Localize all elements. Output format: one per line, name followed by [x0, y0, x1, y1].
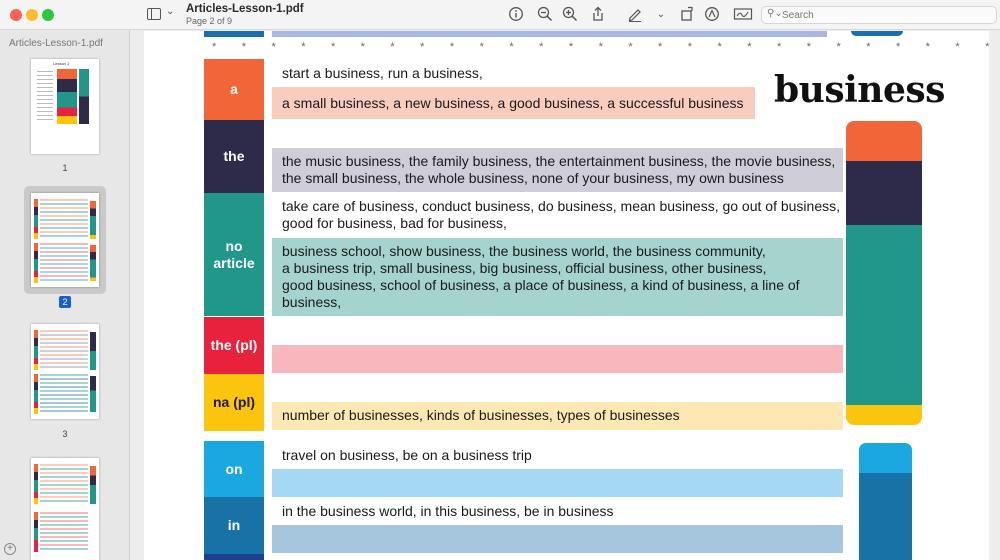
- label-text: no: [225, 237, 243, 254]
- row-a-text2: a small business, a new business, a good…: [282, 95, 744, 111]
- close-window-button[interactable]: [10, 9, 22, 21]
- rotate-icon[interactable]: [678, 6, 696, 24]
- add-page-icon[interactable]: +: [4, 543, 16, 555]
- page-thumbnail-3[interactable]: [31, 324, 99, 419]
- label-text: article: [213, 254, 255, 271]
- row-on-text1: travel on business, be on a business tri…: [282, 447, 532, 463]
- page-thumbnail-4[interactable]: [31, 458, 99, 560]
- sidebar-file-name: Articles-Lesson-1.pdf: [9, 38, 103, 49]
- label-text: in: [227, 517, 241, 533]
- thumbnail-graphic: [90, 245, 96, 281]
- thumbnail-graphic: [34, 374, 38, 414]
- article-label-na-pl: na (pl): [204, 374, 264, 431]
- thumbnail-graphic: [90, 201, 96, 239]
- row-no-article-text1: take care of business, conduct business,…: [282, 198, 840, 214]
- thumbnail-text: [40, 199, 88, 239]
- label-text: the: [223, 148, 245, 164]
- search-field[interactable]: ⚲⌄: [761, 6, 997, 24]
- thumbnail-text: [37, 71, 53, 121]
- thumbnail-text: [40, 374, 88, 414]
- headword: business: [774, 69, 945, 111]
- thumbnail-graphic: [90, 332, 96, 370]
- sidebar-toggle-button[interactable]: ⌄: [147, 6, 177, 23]
- thumbnail-sidebar: Articles-Lesson-1.pdf Lesson 1 1 2 3 +: [0, 30, 130, 560]
- zoom-in-icon[interactable]: [561, 6, 579, 24]
- row-no-article-text6: business,: [282, 294, 342, 310]
- zoom-out-icon[interactable]: [536, 6, 554, 24]
- search-input[interactable]: [782, 8, 982, 22]
- thumbnail-title: Lesson 1: [53, 61, 70, 66]
- frequency-bar-a: [846, 121, 922, 161]
- share-icon[interactable]: [589, 6, 607, 24]
- row-a-text1: start a business, run a business,: [282, 65, 483, 81]
- frequency-bar-in: [859, 473, 912, 560]
- page-number-1: 1: [62, 163, 68, 173]
- frequency-bar-the: [846, 161, 922, 225]
- thumbnail-graphic: [90, 376, 96, 412]
- article-label-the-pl: the (pl): [204, 317, 264, 374]
- pdf-page: * * * * * * * * * * * * * * * * * * * * …: [144, 31, 1000, 560]
- markup-pen-icon[interactable]: [626, 6, 644, 24]
- article-label-on: on: [204, 441, 264, 497]
- label-text: na (pl): [213, 394, 255, 410]
- row-on-highlight: [272, 469, 843, 497]
- chevron-down-icon: ⌄: [166, 6, 175, 17]
- document-title: Articles-Lesson-1.pdf: [186, 3, 304, 15]
- thumbnail-graphic: [79, 69, 89, 124]
- previous-row-remnant: [272, 31, 827, 37]
- row-no-article-text2: good for business, bad for business,: [282, 215, 507, 231]
- thumbnail-graphic: [34, 243, 38, 283]
- page-number-3: 3: [62, 429, 68, 439]
- thumbnail-text: [40, 512, 88, 552]
- article-label-no-article: no article: [204, 193, 264, 316]
- page-indicator: Page 2 of 9: [186, 16, 233, 26]
- frequency-bar-no-article: [846, 225, 922, 405]
- thumbnail-graphic: [34, 330, 38, 370]
- frequency-bar-na-pl: [846, 405, 922, 425]
- thumbnail-graphic: [90, 466, 96, 504]
- article-label-the: the: [204, 120, 264, 193]
- maximize-window-button[interactable]: [42, 9, 54, 21]
- row-the-text2: the small business, the whole business, …: [282, 170, 784, 186]
- bar-graphic-remnant: [851, 31, 903, 36]
- minimize-window-button[interactable]: [26, 9, 38, 21]
- title-bar: ⌄ Articles-Lesson-1.pdf Page 2 of 9 ⌄ ⚲⌄: [0, 0, 1000, 30]
- page-thumbnail-1[interactable]: Lesson 1: [31, 59, 99, 154]
- thumbnail-text: [40, 243, 88, 283]
- page-number-label: 2: [59, 296, 71, 308]
- row-in-text1: in the business world, in this business,…: [282, 503, 614, 519]
- thumbnail-text: [40, 330, 88, 370]
- label-text: a: [230, 81, 238, 97]
- thumbnail-text: [40, 464, 88, 504]
- next-row-remnant: [204, 554, 264, 560]
- page-thumbnail-2[interactable]: [31, 193, 99, 287]
- search-icon: ⚲⌄: [767, 8, 783, 19]
- article-label-a: a: [204, 59, 264, 120]
- frequency-bar-on: [859, 443, 912, 473]
- signature-icon[interactable]: [732, 6, 754, 24]
- chevron-down-icon[interactable]: ⌄: [652, 6, 670, 24]
- row-no-article-text3: business school, show business, the busi…: [282, 243, 766, 259]
- label-text: on: [225, 460, 243, 477]
- row-the-text1: the music business, the family business,…: [282, 153, 836, 169]
- row-the-pl-highlight: [272, 345, 843, 373]
- thumbnail-graphic: [34, 512, 38, 552]
- article-label-in: in: [204, 497, 264, 554]
- row-no-article-text4: a business trip, small business, big bus…: [282, 260, 767, 276]
- info-icon[interactable]: [507, 6, 525, 24]
- thumbnail-graphic: [34, 464, 38, 504]
- sidebar-icon: [147, 8, 161, 20]
- annotate-icon[interactable]: [703, 6, 721, 24]
- row-in-highlight: [272, 525, 843, 553]
- previous-row-remnant: [204, 31, 264, 37]
- label-text: the (pl): [210, 337, 258, 353]
- page-number-2: 2: [0, 296, 130, 308]
- row-no-article-text5: good business, school of business, a pla…: [282, 277, 800, 293]
- thumbnail-graphic: [34, 199, 38, 239]
- separator-stars: * * * * * * * * * * * * * * * * * * * * …: [212, 41, 1000, 53]
- document-view[interactable]: * * * * * * * * * * * * * * * * * * * * …: [131, 31, 1000, 560]
- thumbnail-graphic: [57, 69, 77, 124]
- row-na-pl-text1: number of businesses, kinds of businesse…: [282, 407, 680, 423]
